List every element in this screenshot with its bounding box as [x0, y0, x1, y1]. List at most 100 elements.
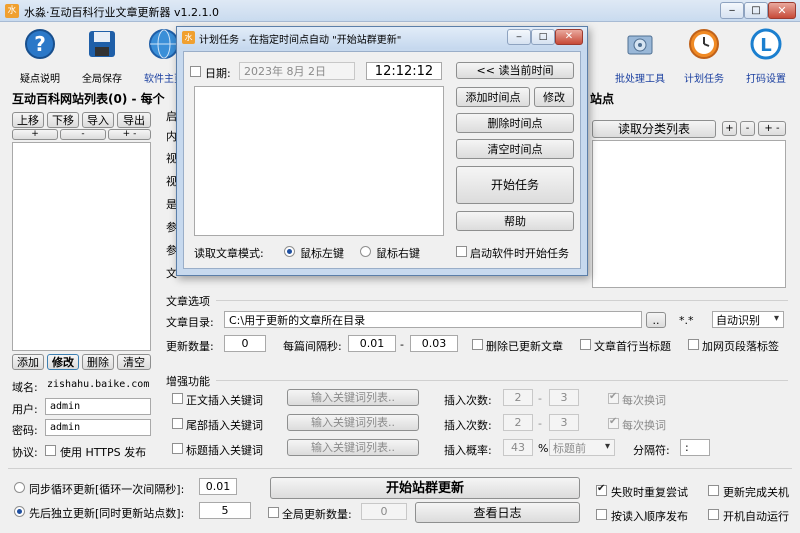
article-section-title: 文章选项	[166, 295, 210, 308]
file-ext-value: *.*	[679, 314, 694, 327]
right-click-label: 鼠标右键	[376, 247, 420, 260]
body-insert-min[interactable]: 2	[503, 389, 533, 406]
tail-insert-count-label: 插入次数:	[444, 419, 492, 432]
import-button[interactable]: 导入	[82, 112, 114, 128]
category-collapse-button[interactable]: -	[740, 121, 755, 136]
autostart-task-checkbox[interactable]	[456, 246, 467, 257]
toggle-all-button[interactable]: + -	[108, 129, 151, 140]
delete-site-button[interactable]: 删除	[82, 354, 114, 370]
dialog-body: 日期: 2023年 8月 2日 12:12:12 << 读当前时间 添加时间点 …	[183, 51, 581, 269]
time-input[interactable]: 12:12:12	[366, 62, 442, 80]
https-label: 使用 HTTPS 发布	[60, 446, 147, 459]
tail-insert-min[interactable]: 2	[503, 414, 533, 431]
date-label: 日期:	[205, 67, 231, 80]
shutdown-checkbox[interactable]	[708, 485, 719, 496]
tail-change-word-checkbox[interactable]	[608, 416, 619, 429]
close-button[interactable]: ✕	[768, 2, 796, 19]
move-up-button[interactable]: 上移	[12, 112, 44, 128]
start-update-button[interactable]: 开始站群更新	[270, 477, 580, 499]
maximize-button[interactable]: □	[744, 2, 768, 19]
schedule-dialog: 水 计划任务 - 在指定时间点自动 "开始站群更新" ‒ □ ✕ 日期: 202…	[176, 26, 588, 276]
toolbar-help[interactable]: ? 疑点说明	[12, 26, 68, 85]
view-log-button[interactable]: 查看日志	[415, 502, 580, 523]
expand-all-button[interactable]: +	[12, 129, 58, 140]
user-input[interactable]: admin	[45, 398, 151, 415]
sync-update-radio[interactable]	[14, 482, 25, 493]
async-sites-input[interactable]: 5	[199, 502, 251, 519]
password-input[interactable]: admin	[45, 419, 151, 436]
title-keyword-list-button[interactable]: 输入关键词列表..	[287, 439, 419, 456]
protocol-label: 协议:	[12, 446, 38, 459]
autorun-checkbox[interactable]	[708, 509, 719, 520]
category-expand-button[interactable]: +	[722, 121, 737, 136]
body-change-word-checkbox[interactable]	[608, 391, 619, 404]
edit-site-button[interactable]: 修改	[47, 354, 79, 370]
right-click-radio[interactable]	[360, 246, 371, 257]
article-dir-input[interactable]: C:\用于更新的文章所在目录	[224, 311, 642, 328]
interval-max-input[interactable]: 0.03	[410, 335, 458, 352]
update-count-input[interactable]: 0	[224, 335, 266, 352]
first-line-title-checkbox[interactable]	[580, 339, 591, 350]
collapse-all-button[interactable]: -	[60, 129, 106, 140]
encoding-select[interactable]: 自动识别	[712, 311, 784, 328]
clear-time-button[interactable]: 清空时间点	[456, 139, 574, 159]
order-publish-checkbox[interactable]	[596, 509, 607, 520]
shutdown-label: 更新完成关机	[723, 486, 789, 499]
interval-min-input[interactable]: 0.01	[348, 335, 396, 352]
left-click-radio[interactable]	[284, 246, 295, 257]
site-list[interactable]	[12, 142, 151, 351]
autostart-task-label: 启动软件时开始任务	[470, 247, 569, 260]
category-list[interactable]	[592, 140, 786, 288]
tail-keyword-list-button[interactable]: 输入关键词列表..	[287, 414, 419, 431]
category-toggle-button[interactable]: + -	[758, 121, 786, 136]
toolbar-batch-label: 批处理工具	[615, 74, 665, 85]
time-list[interactable]	[194, 86, 444, 236]
date-checkbox[interactable]	[190, 66, 201, 77]
move-down-button[interactable]: 下移	[47, 112, 79, 128]
read-category-button[interactable]: 读取分类列表	[592, 120, 716, 138]
browse-button[interactable]: ..	[646, 312, 666, 328]
sync-interval-input[interactable]: 0.01	[199, 478, 237, 495]
toolbar-schedule[interactable]: 计划任务	[676, 26, 732, 85]
async-update-radio[interactable]	[14, 506, 25, 517]
export-button[interactable]: 导出	[117, 112, 151, 128]
body-keyword-checkbox[interactable]	[172, 393, 183, 404]
paragraph-tag-checkbox[interactable]	[688, 339, 699, 350]
add-site-button[interactable]: 添加	[12, 354, 44, 370]
modify-time-button[interactable]: 修改	[534, 87, 574, 107]
body-keyword-list-button[interactable]: 输入关键词列表..	[287, 389, 419, 406]
dialog-maximize-button[interactable]: □	[531, 29, 555, 45]
dialog-minimize-button[interactable]: ‒	[507, 29, 531, 45]
toolbar-save[interactable]: 全局保存	[74, 26, 130, 85]
title-position-select[interactable]: 标题前	[549, 439, 615, 456]
retry-checkbox[interactable]	[596, 483, 607, 496]
update-count-label: 更新数量:	[166, 340, 214, 353]
title-keyword-checkbox[interactable]	[172, 443, 183, 454]
add-time-button[interactable]: 添加时间点	[456, 87, 530, 107]
tail-keyword-checkbox[interactable]	[172, 418, 183, 429]
help-button[interactable]: 帮助	[456, 211, 574, 231]
separator-input[interactable]: :	[680, 439, 710, 456]
global-count-checkbox[interactable]	[268, 507, 279, 518]
clear-sites-button[interactable]: 清空	[117, 354, 151, 370]
title-insert-prob[interactable]: 43	[503, 439, 533, 456]
site-list-title: 互动百科网站列表(0) - 每个	[12, 92, 165, 106]
body-insert-max[interactable]: 3	[549, 389, 579, 406]
toolbar-batch[interactable]: 批处理工具	[612, 26, 668, 85]
start-task-button[interactable]: 开始任务	[456, 166, 574, 204]
tail-insert-sep: -	[538, 417, 542, 430]
https-checkbox[interactable]	[45, 445, 56, 456]
read-current-time-button[interactable]: << 读当前时间	[456, 62, 574, 79]
minimize-button[interactable]: ‒	[720, 2, 744, 19]
tail-insert-max[interactable]: 3	[549, 414, 579, 431]
dialog-icon: 水	[182, 31, 195, 44]
delete-time-button[interactable]: 删除时间点	[456, 113, 574, 133]
delete-updated-checkbox[interactable]	[472, 339, 483, 350]
dialog-close-button[interactable]: ✕	[555, 29, 583, 45]
date-picker[interactable]: 2023年 8月 2日	[239, 62, 355, 80]
user-label: 用户:	[12, 403, 38, 416]
global-count-input[interactable]: 0	[361, 503, 407, 520]
title-insert-prob-unit: %	[538, 442, 549, 455]
toolbar-captcha[interactable]: L 打码设置	[738, 26, 794, 85]
svg-text:?: ?	[34, 32, 46, 56]
